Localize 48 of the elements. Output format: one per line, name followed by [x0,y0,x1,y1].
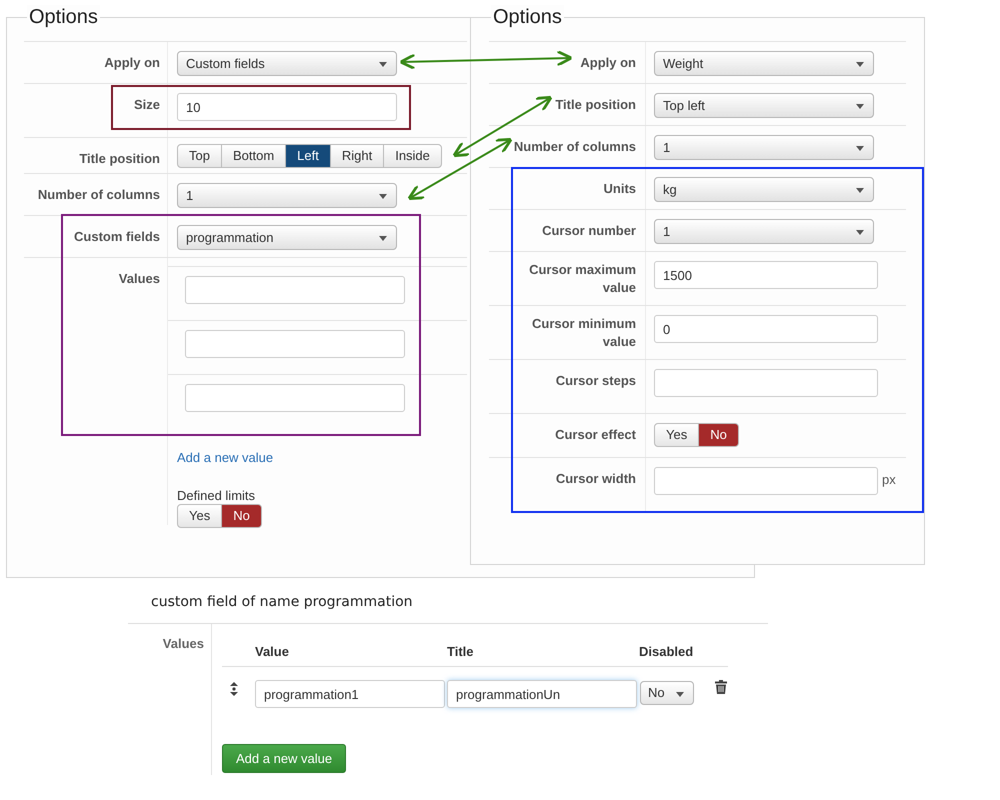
section-caption: custom field of name programmation [151,593,413,612]
column-header: Title [447,643,474,661]
segment-button[interactable]: Top [177,144,222,168]
dropdown[interactable]: 1 [177,183,397,208]
toggle-button[interactable]: No [221,504,262,528]
input-field[interactable]: programmation1 [255,680,445,708]
dropdown[interactable]: Custom fields [177,51,397,76]
field-label: Cursor width [556,470,636,488]
field-label: Cursor effect [555,426,636,444]
field-label: Title position [555,96,636,114]
segment-button[interactable]: Bottom [220,144,286,168]
field-label: Cursor maximum value [528,261,636,297]
dropdown[interactable]: No [640,681,694,705]
input-field[interactable]: programmationUn [447,680,637,708]
field-label: Apply on [580,54,636,72]
dropdown[interactable]: Top left [654,93,874,118]
field-label: Title position [79,150,160,168]
toggle-button[interactable]: Yes [177,504,222,528]
dropdown[interactable]: kg [654,177,874,202]
segment-button[interactable]: Right [330,144,384,168]
column-header: Disabled [639,643,694,661]
field-label: Custom fields [74,228,160,246]
field-label: Number of columns [514,138,636,156]
segment-button[interactable]: Left [285,144,331,168]
field-label: Cursor minimum value [530,315,636,351]
field-label: Defined limits [177,488,256,504]
add-value-button[interactable]: Add a new value [222,744,346,773]
field-label: Cursor number [542,222,636,240]
toggle-button[interactable]: Yes [654,423,700,447]
field-label: Values [118,270,160,288]
field-label: Number of columns [38,186,160,204]
field-label: Values [128,624,212,775]
dropdown[interactable]: Weight [654,51,874,76]
field-label: Apply on [104,54,160,72]
toggle-button[interactable]: No [698,423,739,447]
dropdown[interactable]: 1 [654,219,874,244]
field-label: Units [604,180,636,198]
input-field[interactable]: 1500 [654,261,878,289]
field-label: Cursor steps [556,372,636,390]
add-value-link[interactable]: Add a new value [177,448,467,468]
dropdown[interactable]: 1 [654,135,874,160]
dropdown[interactable]: programmation [177,225,397,250]
unit-label: px [882,471,896,489]
field-label: Size [134,96,160,114]
input-field[interactable]: 10 [177,93,397,121]
input-field[interactable]: 0 [654,315,878,343]
column-header: Value [255,643,290,661]
segment-button[interactable]: Inside [383,144,442,168]
